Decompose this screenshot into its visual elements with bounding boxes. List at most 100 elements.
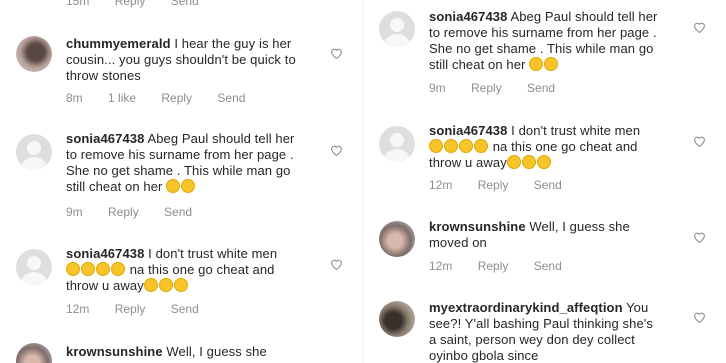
comment-line: a saint, person wey don dey collect (429, 332, 635, 347)
comment-text: krownsunshine Well, I guess she moved on (429, 219, 683, 251)
comment-line: I don't trust white men (148, 246, 278, 261)
comment-line: Abeg Paul should tell her (510, 9, 658, 24)
heart-outline-icon[interactable] (691, 19, 707, 35)
send-button[interactable]: Send (171, 302, 199, 316)
laughing-emoji-icon (166, 179, 181, 193)
avatar[interactable] (16, 249, 52, 285)
send-button[interactable]: Send (164, 205, 192, 219)
send-button[interactable]: Send (534, 178, 562, 192)
laughing-emoji-icon (521, 155, 536, 169)
comment-time: 12m (429, 178, 453, 192)
comment-line: throw u away (429, 155, 507, 170)
laughing-emoji-icon (444, 139, 458, 153)
comment-meta: 12m Reply Send (66, 302, 221, 316)
send-button[interactable]: Send (534, 259, 562, 273)
like-count[interactable]: 1 like (108, 91, 136, 105)
avatar[interactable] (379, 301, 415, 337)
laughing-emoji-icon (173, 278, 188, 292)
heart-outline-icon[interactable] (691, 133, 707, 149)
laughing-emoji-icon (96, 262, 110, 276)
send-button[interactable]: Send (527, 81, 555, 95)
comment-line: na this one go cheat and (129, 262, 275, 277)
comment-time: 8m (66, 91, 83, 105)
comment-line: to remove his surname from her page . (429, 25, 657, 40)
laughing-emoji-icon (474, 139, 488, 153)
comment-line: Well, I guess she (166, 344, 267, 359)
comment-text: sonia467438 Abeg Paul should tell her to… (429, 9, 683, 73)
comment-text: sonia467438 I don't trust white men na t… (429, 123, 683, 171)
comment-time: 12m (429, 259, 453, 273)
laughing-emoji-icon (158, 278, 173, 292)
comments-panel-left: 15m Reply Send chummyemerald I hear the … (0, 0, 363, 363)
laughing-emoji-icon (81, 262, 95, 276)
comment-meta: 12m Reply Send (429, 178, 584, 192)
comment-meta: 9m Reply Send (66, 205, 214, 219)
comment-text: krownsunshine Well, I guess she (66, 344, 320, 360)
comment-text: chummyemerald I hear the guy is her cous… (66, 36, 320, 84)
comment-line: oyinbo gbola since (429, 348, 539, 363)
comment-line: She no get shame . This while man go (66, 163, 291, 178)
send-button[interactable]: Send (217, 91, 245, 105)
comment-text: sonia467438 I don't trust white men na t… (66, 246, 320, 294)
comment-line: moved on (429, 235, 487, 250)
avatar[interactable] (379, 126, 415, 162)
comment-line: cousin... you guys shouldn't be quick to (66, 52, 296, 67)
laughing-emoji-icon (506, 155, 521, 169)
comment-username[interactable]: sonia467438 (429, 9, 507, 24)
reply-button[interactable]: Reply (115, 302, 146, 316)
heart-outline-icon[interactable] (691, 229, 707, 245)
laughing-emoji-icon (529, 57, 544, 71)
comment-time: 9m (66, 205, 83, 219)
comment-time: 15m (66, 0, 90, 8)
laughing-emoji-icon (181, 179, 196, 193)
comment-line: Well, I guess she (529, 219, 630, 234)
avatar[interactable] (16, 36, 52, 72)
comment-meta: 8m 1 like Reply Send (66, 91, 267, 105)
avatar[interactable] (16, 134, 52, 170)
heart-outline-icon[interactable] (328, 45, 344, 61)
comment-username[interactable]: krownsunshine (66, 344, 163, 359)
comment-line: You (626, 300, 649, 315)
comment-meta-partial: 15m Reply Send (66, 0, 221, 8)
heart-outline-icon[interactable] (328, 142, 344, 158)
comment-time: 12m (66, 302, 90, 316)
heart-outline-icon[interactable] (328, 256, 344, 272)
heart-outline-icon[interactable] (691, 309, 707, 325)
comment-line: She no get shame . This while man go (429, 41, 654, 56)
avatar[interactable] (379, 221, 415, 257)
comment-username[interactable]: chummyemerald (66, 36, 171, 51)
comment-username[interactable]: sonia467438 (429, 123, 507, 138)
comment-line: still cheat on her (429, 57, 526, 72)
laughing-emoji-icon (143, 278, 158, 292)
comment-line: see?! Y'all bashing Paul thinking she's (429, 316, 653, 331)
send-button[interactable]: Send (171, 0, 199, 8)
comment-username[interactable]: myextraordinarykind_affeqtion (429, 300, 623, 315)
laughing-emoji-icon (111, 262, 125, 276)
reply-button[interactable]: Reply (161, 91, 192, 105)
comment-username[interactable]: sonia467438 (66, 246, 144, 261)
reply-button[interactable]: Reply (115, 0, 146, 8)
comment-text: myextraordinarykind_affeqtion You see?! … (429, 300, 691, 363)
comment-line: still cheat on her (66, 179, 163, 194)
laughing-emoji-icon (429, 139, 443, 153)
comment-username[interactable]: sonia467438 (66, 131, 144, 146)
comment-meta: 9m Reply Send (429, 81, 577, 95)
comment-line: Abeg Paul should tell her (147, 131, 295, 146)
comment-line: throw stones (66, 68, 141, 83)
laughing-emoji-icon (459, 139, 473, 153)
reply-button[interactable]: Reply (108, 205, 139, 219)
comments-panel-right: sonia467438 Abeg Paul should tell her to… (363, 0, 726, 363)
comment-text: sonia467438 Abeg Paul should tell her to… (66, 131, 320, 195)
comment-meta: 12m Reply Send (429, 259, 584, 273)
avatar[interactable] (16, 343, 52, 363)
comment-line: I hear the guy is her (174, 36, 292, 51)
laughing-emoji-icon (544, 57, 559, 71)
reply-button[interactable]: Reply (478, 178, 509, 192)
comment-line: na this one go cheat and (492, 139, 638, 154)
reply-button[interactable]: Reply (478, 259, 509, 273)
comment-line: to remove his surname from her page . (66, 147, 294, 162)
laughing-emoji-icon (66, 262, 80, 276)
reply-button[interactable]: Reply (471, 81, 502, 95)
avatar[interactable] (379, 11, 415, 47)
comment-username[interactable]: krownsunshine (429, 219, 526, 234)
